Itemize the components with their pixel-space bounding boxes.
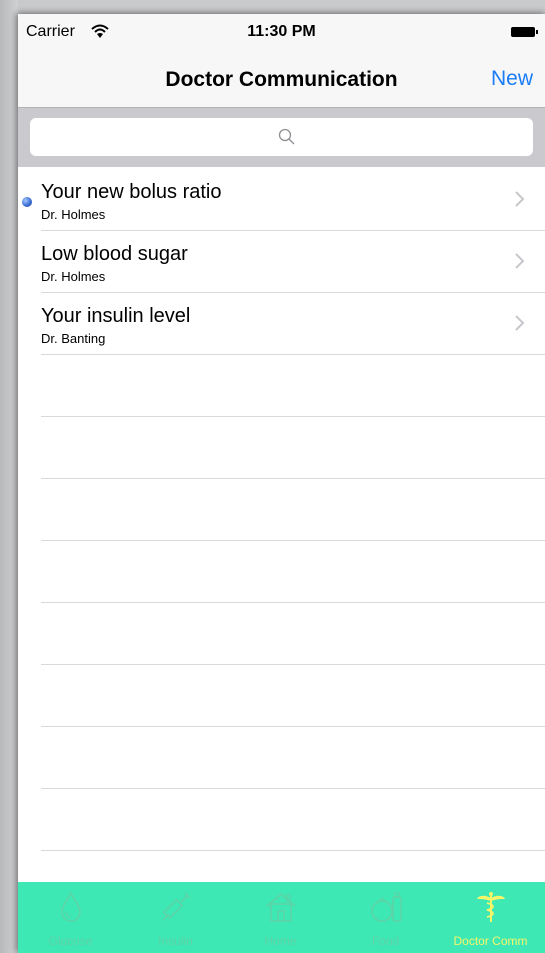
tab-label: Doctor Comm (453, 934, 528, 948)
background-strip (0, 0, 18, 953)
chevron-right-icon (515, 253, 525, 269)
message-sender: Dr. Banting (41, 331, 106, 346)
message-row[interactable]: Your new bolus ratio Dr. Holmes (22, 169, 545, 231)
unread-indicator (22, 197, 32, 207)
search-input[interactable] (30, 118, 533, 156)
status-time: 11:30 PM (247, 23, 316, 40)
tab-label: Home (264, 934, 297, 948)
message-title: Your new bolus ratio (41, 181, 222, 203)
empty-row (41, 603, 545, 665)
message-sender: Dr. Holmes (41, 207, 106, 222)
empty-row (41, 417, 545, 479)
chevron-right-icon (515, 191, 525, 207)
tab-label: Insulin (158, 934, 193, 948)
battery-icon (511, 27, 538, 37)
caduceus-icon (477, 892, 505, 922)
home-icon (266, 893, 296, 922)
tab-label: Glucose (48, 934, 93, 948)
tab-doctor-comm[interactable]: Doctor Comm (438, 882, 543, 953)
tab-food[interactable]: Food (333, 882, 438, 953)
message-sender: Dr. Holmes (41, 269, 106, 284)
tab-label: Food (371, 934, 400, 948)
tab-home[interactable]: Home (228, 882, 333, 953)
empty-row (41, 479, 545, 541)
page-title: Doctor Communication (165, 68, 398, 91)
search-icon (278, 128, 295, 145)
message-list: Your new bolus ratio Dr. Holmes Low bloo… (18, 169, 545, 851)
empty-row (41, 541, 545, 603)
tab-insulin[interactable]: Insulin (123, 882, 228, 953)
new-message-button[interactable]: New (491, 67, 533, 91)
message-row[interactable]: Low blood sugar Dr. Holmes (41, 231, 545, 293)
food-icon (371, 892, 402, 922)
message-title: Your insulin level (41, 305, 191, 327)
status-bar: Carrier 11:30 PM (18, 14, 545, 54)
empty-row (41, 665, 545, 727)
empty-row (41, 355, 545, 417)
tab-glucose[interactable]: Glucose (18, 882, 123, 953)
empty-row (41, 727, 545, 789)
search-bar (18, 108, 545, 167)
navigation-bar: Doctor Communication New (18, 54, 545, 108)
chevron-right-icon (515, 315, 525, 331)
app-screen: Carrier 11:30 PM Doctor Communication Ne… (18, 14, 545, 953)
empty-row (41, 789, 545, 851)
message-row[interactable]: Your insulin level Dr. Banting (41, 293, 545, 355)
message-title: Low blood sugar (41, 243, 188, 265)
drop-icon (61, 891, 81, 922)
tab-bar: Glucose Insulin Home Food Doctor Comm (18, 882, 545, 953)
syringe-icon (162, 892, 191, 921)
